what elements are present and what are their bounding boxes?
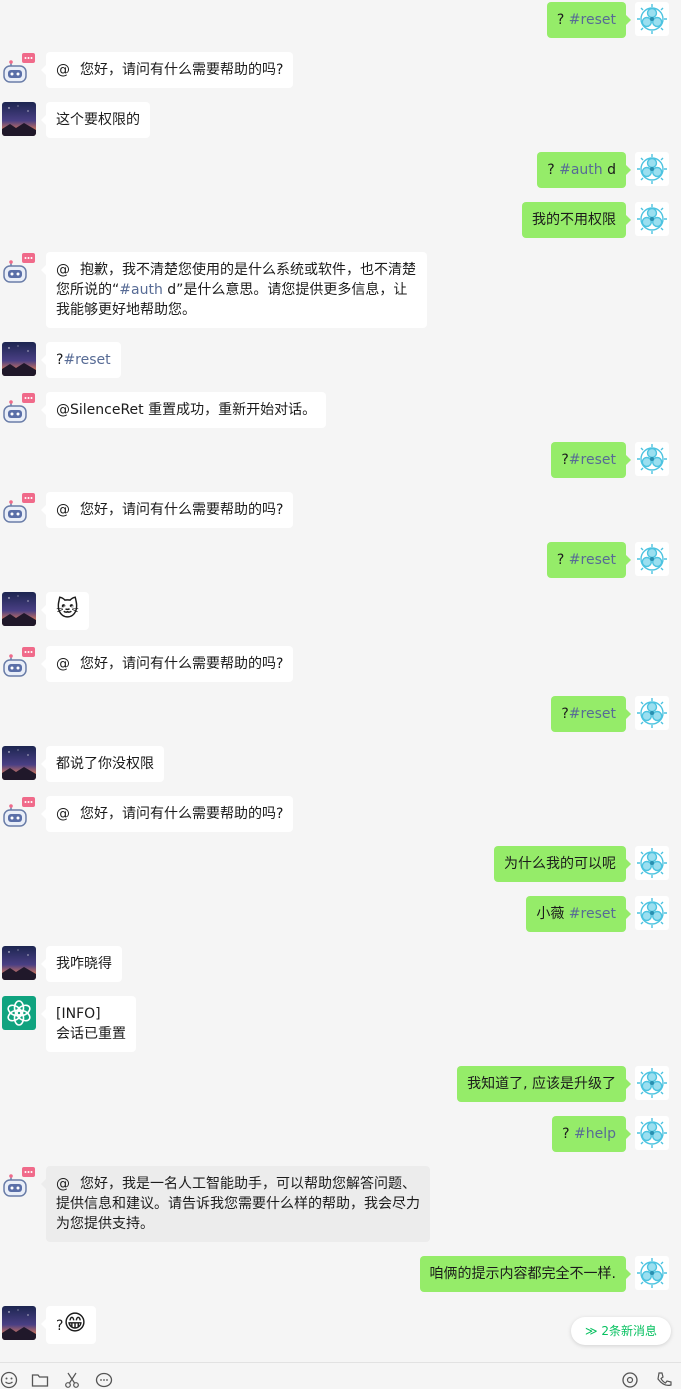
hashtag-link[interactable]: #reset bbox=[569, 12, 616, 28]
folder-icon[interactable] bbox=[31, 1371, 49, 1389]
message-text: 我知道了, 应该是升级了 bbox=[467, 1076, 616, 1092]
input-toolbar bbox=[0, 1362, 681, 1389]
hashtag-link[interactable]: #reset bbox=[569, 706, 616, 722]
message-text: 您好，请问有什么需要帮助的吗? bbox=[80, 62, 284, 78]
chat-icon[interactable] bbox=[95, 1371, 113, 1389]
hashtag-link[interactable]: #reset bbox=[569, 452, 616, 468]
hashtag-link[interactable]: #auth bbox=[119, 282, 163, 298]
robot-icon[interactable] bbox=[2, 1166, 36, 1200]
emoji-sticker: 😁 bbox=[63, 1311, 87, 1336]
message-bubble[interactable]: @ 您好，我是一名人工智能助手，可以帮助您解答问题、提供信息和建议。请告诉我您需要… bbox=[41, 1166, 430, 1242]
message-text: 您好，我是一名人工智能助手，可以帮助您解答问题、提供信息和建议。请告诉我您需要什… bbox=[56, 1176, 420, 1232]
message-bubble[interactable]: ?#reset bbox=[551, 696, 631, 732]
message-text: 我的不用权限 bbox=[532, 212, 616, 228]
message-bubble[interactable]: ?#reset bbox=[41, 342, 121, 378]
message-bubble[interactable]: @ 抱歉，我不清楚您使用的是什么系统或软件，也不清楚您所说的“#auth d”是什… bbox=[41, 252, 427, 328]
openai-icon[interactable] bbox=[2, 996, 36, 1030]
message-bubble[interactable]: 我的不用权限 bbox=[522, 202, 631, 238]
fan-icon[interactable] bbox=[635, 2, 669, 36]
video-call-icon[interactable] bbox=[621, 1371, 639, 1389]
message-bubble[interactable]: @ 您好，请问有什么需要帮助的吗? bbox=[40, 796, 294, 832]
message-text: ? bbox=[561, 706, 569, 722]
message-text: 您好，请问有什么需要帮助的吗? bbox=[80, 502, 284, 518]
robot-icon[interactable] bbox=[2, 646, 36, 680]
fan-icon[interactable] bbox=[635, 542, 669, 576]
fan-icon[interactable] bbox=[635, 1256, 669, 1290]
message-bubble[interactable]: ?#reset bbox=[551, 442, 631, 478]
fan-icon[interactable] bbox=[635, 202, 669, 236]
message-text: ? bbox=[561, 452, 569, 468]
robot-icon[interactable] bbox=[2, 796, 36, 830]
robot-icon[interactable] bbox=[2, 252, 36, 286]
message-text: ? bbox=[556, 12, 569, 28]
message-bubble[interactable]: 都说了你没权限 bbox=[41, 746, 164, 782]
message-text: 您好，请问有什么需要帮助的吗? bbox=[80, 656, 284, 672]
mention-symbol: @ bbox=[56, 1176, 70, 1192]
message-bubble[interactable]: 小薇 #reset bbox=[526, 896, 631, 932]
message-bubble[interactable]: ? #reset bbox=[546, 2, 632, 38]
avatar[interactable] bbox=[2, 1306, 36, 1340]
fan-icon[interactable] bbox=[635, 152, 669, 186]
message-bubble[interactable]: ? #reset bbox=[546, 542, 632, 578]
emoji-sticker: 🐱 bbox=[56, 597, 79, 622]
hashtag-link[interactable]: #reset bbox=[569, 552, 616, 568]
mention-symbol: @ bbox=[56, 806, 70, 822]
hashtag-link[interactable]: #help bbox=[574, 1126, 616, 1142]
message-bubble[interactable]: [INFO] 会话已重置 bbox=[41, 996, 136, 1052]
message-bubble[interactable]: @ 您好，请问有什么需要帮助的吗? bbox=[40, 646, 294, 682]
message-text: 为什么我的可以呢 bbox=[504, 856, 616, 872]
message-bubble[interactable]: ? #help bbox=[552, 1116, 631, 1152]
message-text: 小薇 bbox=[536, 906, 569, 922]
scissors-icon[interactable] bbox=[63, 1371, 81, 1389]
message-bubble[interactable]: @ 您好，请问有什么需要帮助的吗? bbox=[40, 52, 294, 88]
message-bubble[interactable]: 我知道了, 应该是升级了 bbox=[457, 1066, 631, 1102]
mention-symbol: @ bbox=[56, 502, 70, 518]
hashtag-link[interactable]: #auth bbox=[559, 162, 603, 178]
message-bubble[interactable]: 咱俩的提示内容都完全不一样. bbox=[419, 1256, 632, 1292]
avatar[interactable] bbox=[2, 102, 36, 136]
message-bubble[interactable]: @ 您好，请问有什么需要帮助的吗? bbox=[40, 492, 294, 528]
message-bubble[interactable]: 🐱 bbox=[41, 592, 89, 630]
fan-icon[interactable] bbox=[635, 696, 669, 730]
message-text: 我咋晓得 bbox=[56, 956, 112, 972]
message-bubble[interactable]: ? #auth d bbox=[537, 152, 631, 188]
new-messages-button[interactable]: ≫ 2条新消息 bbox=[571, 1317, 671, 1345]
message-text: ? bbox=[562, 1126, 574, 1142]
message-bubble[interactable]: 这个要权限的 bbox=[41, 102, 150, 138]
message-bubble[interactable]: @SilenceRet 重置成功，重新开始对话。 bbox=[40, 392, 327, 428]
fan-icon[interactable] bbox=[635, 442, 669, 476]
mention-symbol: @ bbox=[56, 656, 70, 672]
emoji-icon[interactable] bbox=[0, 1371, 18, 1389]
mention-symbol: @ bbox=[56, 262, 70, 278]
avatar[interactable] bbox=[2, 746, 36, 780]
new-messages-label: 2条新消息 bbox=[601, 1324, 658, 1338]
message-text: 这个要权限的 bbox=[56, 112, 140, 128]
fan-icon[interactable] bbox=[635, 896, 669, 930]
message-bubble[interactable]: 我咋晓得 bbox=[41, 946, 122, 982]
chevron-down-icon: ≫ bbox=[584, 1324, 598, 1338]
robot-icon[interactable] bbox=[2, 392, 36, 426]
message-text: ? bbox=[547, 162, 560, 178]
message-bubble[interactable]: ?😁 bbox=[40, 1306, 97, 1344]
hashtag-link[interactable]: #reset bbox=[63, 352, 110, 368]
fan-icon[interactable] bbox=[635, 1116, 669, 1150]
message-text: @SilenceRet 重置成功，重新开始对话。 bbox=[56, 402, 317, 418]
robot-icon[interactable] bbox=[2, 52, 36, 86]
message-bubble[interactable]: 为什么我的可以呢 bbox=[494, 846, 631, 882]
message-text: [INFO] 会话已重置 bbox=[56, 1006, 126, 1042]
avatar[interactable] bbox=[2, 592, 36, 626]
phone-icon[interactable] bbox=[655, 1371, 673, 1389]
message-text: 您好，请问有什么需要帮助的吗? bbox=[80, 806, 284, 822]
robot-icon[interactable] bbox=[2, 492, 36, 526]
avatar[interactable] bbox=[2, 946, 36, 980]
avatar[interactable] bbox=[2, 342, 36, 376]
fan-icon[interactable] bbox=[635, 1066, 669, 1100]
message-text: d bbox=[602, 162, 616, 178]
mention-symbol: @ bbox=[56, 62, 70, 78]
message-text: 都说了你没权限 bbox=[56, 756, 154, 772]
fan-icon[interactable] bbox=[635, 846, 669, 880]
hashtag-link[interactable]: #reset bbox=[569, 906, 616, 922]
message-text: 咱俩的提示内容都完全不一样. bbox=[429, 1266, 616, 1282]
message-text: ? bbox=[556, 552, 569, 568]
